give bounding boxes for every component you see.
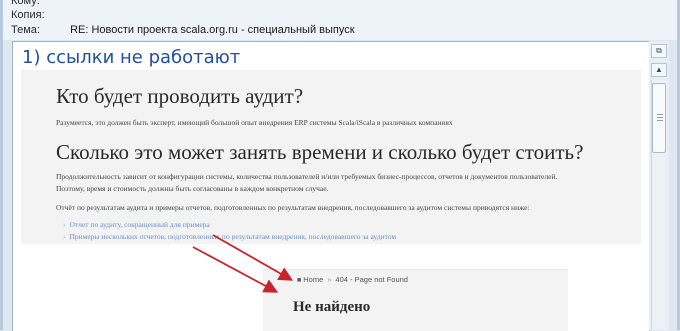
to-label: Кому: [11,0,40,7]
breadcrumb-current: 404 - Page not Found [335,275,408,284]
breadcrumb: ■ Home» 404 - Page not Found [297,275,408,284]
window-frame-left [0,0,3,330]
scroll-thumb[interactable] [652,83,666,153]
cc-row: Копия: [11,8,67,22]
home-icon: ■ [297,277,302,284]
pasted-page-screenshot: Кто будет проводить аудит? Разумеется, э… [21,70,641,244]
report-paragraph: Отчёт по результатам аудита и примеры от… [56,203,530,212]
cost-paragraph-2: Поэтому, время и стоимость должны быть с… [56,184,329,193]
message-body[interactable]: 1) ссылки не работают Кто будет проводит… [12,41,650,331]
subject-field[interactable]: RE: Новости проекта scala.org.ru - специ… [70,24,354,36]
cost-heading: Сколько это может занять времени и сколь… [56,140,584,164]
scrollbar[interactable]: ⧉ ▲ [649,41,669,330]
scroll-up-button[interactable]: ▲ [651,63,667,77]
subject-row: Тема: RE: Новости проекта scala.org.ru -… [11,23,355,37]
subject-label: Тема: [11,24,40,36]
pasted-404-screenshot: ■ Home» 404 - Page not Found Не найдено [263,269,568,331]
breadcrumb-home: Home [303,275,324,284]
report-link-2[interactable]: › Примеры нескольких отчетов, подготовлен… [63,232,396,241]
to-row: Кому: [11,0,67,8]
not-found-title: Не найдено [293,299,371,315]
pane-toggle-icon[interactable]: ⧉ [651,44,667,58]
annotation-text: 1) ссылки не работают [22,47,241,68]
cc-label: Копия: [11,9,45,21]
cost-paragraph-1: Продолжительность зависит от конфигураци… [56,172,558,181]
audit-paragraph: Разумеется, это должен быть эксперт, име… [56,118,453,127]
audit-heading: Кто будет проводить аудит? [56,84,304,108]
message-header: Кому: Копия: Тема: RE: Новости проекта s… [3,0,677,40]
report-link-1[interactable]: › Отчет по аудиту, сокращенный для пример… [63,220,210,229]
